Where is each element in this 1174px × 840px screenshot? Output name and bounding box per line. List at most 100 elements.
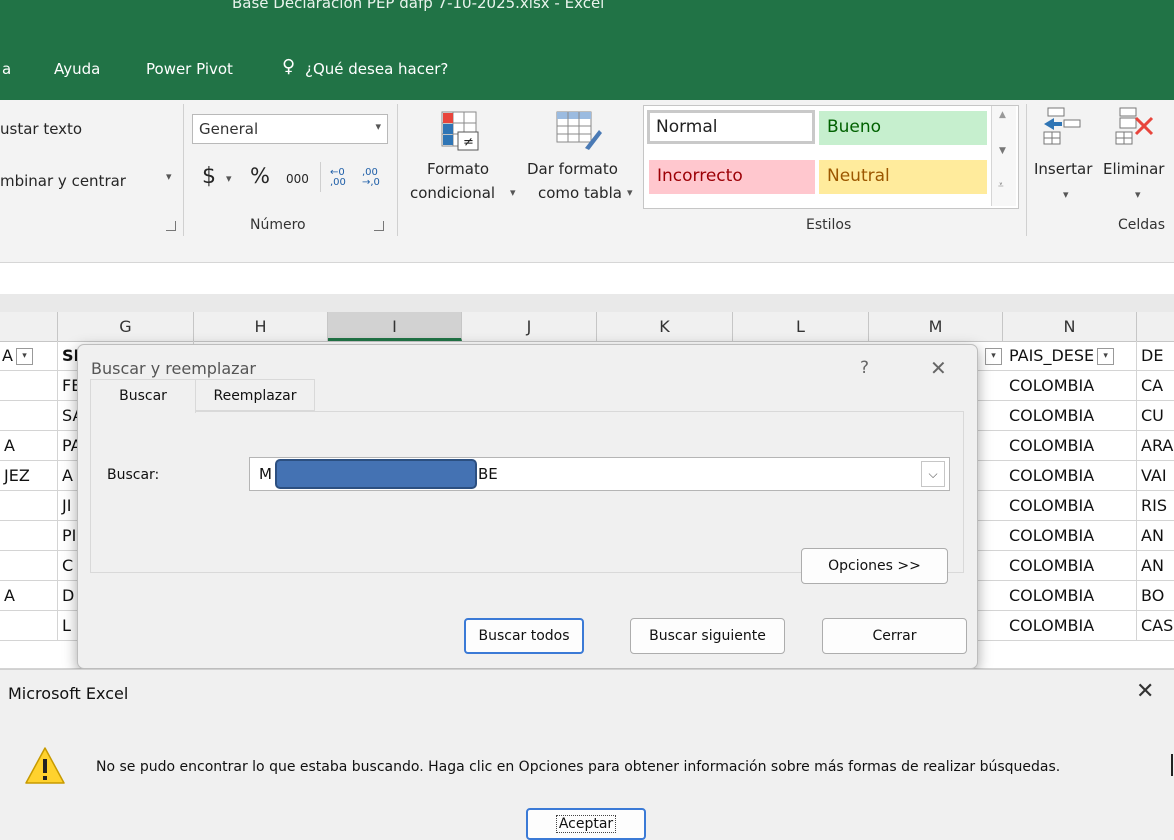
table-cell[interactable]: CAS — [1137, 611, 1174, 641]
filter-dropdown-icon[interactable]: ▾ — [985, 348, 1002, 365]
number-format-select[interactable]: General ▾ — [192, 114, 388, 144]
tab-reemplazar-label: Reemplazar — [213, 388, 297, 404]
style-neutral[interactable]: Neutral — [819, 160, 987, 194]
grid-top-band — [0, 294, 1174, 312]
table-cell[interactable]: A — [0, 581, 58, 611]
table-cell[interactable]: COLOMBIA — [1003, 371, 1137, 401]
find-history-dropdown-icon[interactable]: ⌵ — [921, 461, 945, 487]
ok-button[interactable]: Aceptar — [526, 808, 646, 840]
column-header-j[interactable]: J — [462, 312, 597, 341]
number-launcher-icon[interactable] — [374, 221, 384, 231]
dialog-title: Buscar y reemplazar — [91, 359, 256, 378]
tell-me-search[interactable]: ¿Qué desea hacer? — [305, 60, 448, 78]
style-normal[interactable]: Normal — [647, 110, 815, 144]
filter-dropdown-icon[interactable]: ▾ — [1097, 348, 1115, 365]
insert-cells-icon[interactable] — [1040, 106, 1084, 146]
decrease-decimal-button[interactable]: ,00 →,0 — [362, 168, 390, 188]
table-cell[interactable]: CA — [1137, 371, 1174, 401]
table-cell[interactable]: AN — [1137, 551, 1174, 581]
table-cell[interactable] — [0, 371, 58, 401]
header-cell[interactable]: A ▾ — [0, 341, 58, 371]
currency-button[interactable]: $ — [202, 164, 216, 189]
table-cell[interactable]: COLOMBIA — [1003, 581, 1137, 611]
table-cell[interactable]: COLOMBIA — [1003, 521, 1137, 551]
tab-reemplazar[interactable]: Reemplazar — [196, 379, 315, 411]
menu-item-truncated[interactable]: a — [2, 60, 11, 78]
gallery-more-icon[interactable]: ⩡ — [998, 180, 1004, 191]
wrap-text-button[interactable]: ustar texto — [0, 120, 82, 138]
chevron-down-icon[interactable]: ▾ — [1135, 188, 1141, 201]
column-header-g[interactable]: G — [58, 312, 194, 341]
table-cell[interactable]: CU — [1137, 401, 1174, 431]
delete-button[interactable]: Eliminar — [1103, 160, 1164, 178]
menu-item-power-pivot[interactable]: Power Pivot — [146, 60, 233, 78]
table-cell[interactable]: AN — [1137, 521, 1174, 551]
conditional-format-icon[interactable]: ≠ — [440, 110, 480, 152]
table-cell[interactable]: RIS — [1137, 491, 1174, 521]
table-cell[interactable]: COLOMBIA — [1003, 551, 1137, 581]
table-cell[interactable]: VAI — [1137, 461, 1174, 491]
table-cell[interactable] — [0, 491, 58, 521]
column-header-i[interactable]: I — [328, 312, 462, 341]
table-cell[interactable] — [0, 611, 58, 641]
table-cell[interactable]: COLOMBIA — [1003, 401, 1137, 431]
conditional-format-label-2[interactable]: condicional — [410, 184, 495, 202]
styles-scrollbar[interactable]: ▲ ▼ ⩡ — [991, 106, 1016, 206]
table-cell[interactable] — [0, 521, 58, 551]
styles-group-label: Estilos — [806, 217, 852, 233]
table-cell[interactable]: COLOMBIA — [1003, 461, 1137, 491]
close-icon[interactable]: ✕ — [930, 356, 947, 380]
column-header-m[interactable]: M — [869, 312, 1003, 341]
close-icon[interactable]: ✕ — [1136, 679, 1154, 704]
style-bueno[interactable]: Bueno — [819, 111, 987, 145]
table-cell[interactable] — [0, 551, 58, 581]
find-next-button[interactable]: Buscar siguiente — [630, 618, 785, 654]
help-button[interactable]: ? — [860, 358, 869, 378]
table-cell[interactable]: A — [0, 431, 58, 461]
scroll-up-icon[interactable]: ▲ — [999, 110, 1006, 120]
table-cell[interactable]: JEZ — [0, 461, 58, 491]
alignment-launcher-icon[interactable] — [166, 221, 176, 231]
column-header-k[interactable]: K — [597, 312, 733, 341]
delete-cells-icon[interactable] — [1114, 106, 1164, 146]
percent-button[interactable]: % — [250, 164, 270, 188]
find-input[interactable]: M BE ⌵ — [249, 457, 950, 491]
thousands-button[interactable]: 000 — [286, 172, 309, 186]
format-table-label-1[interactable]: Dar formato — [527, 160, 618, 178]
table-cell[interactable]: ARA — [1137, 431, 1174, 461]
format-as-table-icon[interactable] — [555, 108, 603, 152]
filter-dropdown-icon[interactable]: ▾ — [15, 348, 33, 365]
options-button[interactable]: Opciones >> — [801, 548, 948, 584]
insert-button[interactable]: Insertar — [1034, 160, 1092, 178]
column-header-l[interactable]: L — [733, 312, 869, 341]
chevron-down-icon[interactable]: ▾ — [1063, 188, 1069, 201]
chevron-down-icon[interactable]: ▾ — [510, 186, 516, 199]
format-table-label-2[interactable]: como tabla — [538, 184, 622, 202]
find-all-button[interactable]: Buscar todos — [464, 618, 584, 654]
increase-decimal-button[interactable]: ←0 ,00 — [330, 168, 358, 188]
header-cell[interactable]: DE — [1137, 341, 1174, 371]
table-cell[interactable]: COLOMBIA — [1003, 611, 1137, 641]
table-cell[interactable]: BO — [1137, 581, 1174, 611]
lightbulb-icon: ♀ — [282, 56, 296, 77]
column-header-n[interactable]: N — [1003, 312, 1137, 341]
chevron-down-icon[interactable]: ▾ — [627, 186, 633, 199]
formula-bar[interactable] — [0, 262, 1174, 295]
column-header-f[interactable] — [0, 312, 58, 341]
merge-center-button[interactable]: mbinar y centrar — [0, 172, 126, 190]
table-cell[interactable] — [0, 401, 58, 431]
close-dialog-button[interactable]: Cerrar — [822, 618, 967, 654]
chevron-down-icon[interactable]: ▾ — [226, 172, 232, 185]
column-header-o[interactable] — [1137, 312, 1174, 341]
table-cell[interactable]: COLOMBIA — [1003, 431, 1137, 461]
tab-buscar[interactable]: Buscar — [90, 379, 196, 413]
style-incorrecto[interactable]: Incorrecto — [649, 160, 815, 194]
column-header-h[interactable]: H — [194, 312, 328, 341]
menu-item-ayuda[interactable]: Ayuda — [54, 60, 100, 78]
conditional-format-label-1[interactable]: Formato — [427, 160, 489, 178]
scroll-down-icon[interactable]: ▼ — [999, 146, 1006, 156]
close-dialog-label: Cerrar — [872, 628, 917, 644]
chevron-down-icon[interactable]: ▾ — [166, 170, 172, 183]
header-cell[interactable]: PAIS_DESE ▾ — [1003, 341, 1137, 371]
table-cell[interactable]: COLOMBIA — [1003, 491, 1137, 521]
